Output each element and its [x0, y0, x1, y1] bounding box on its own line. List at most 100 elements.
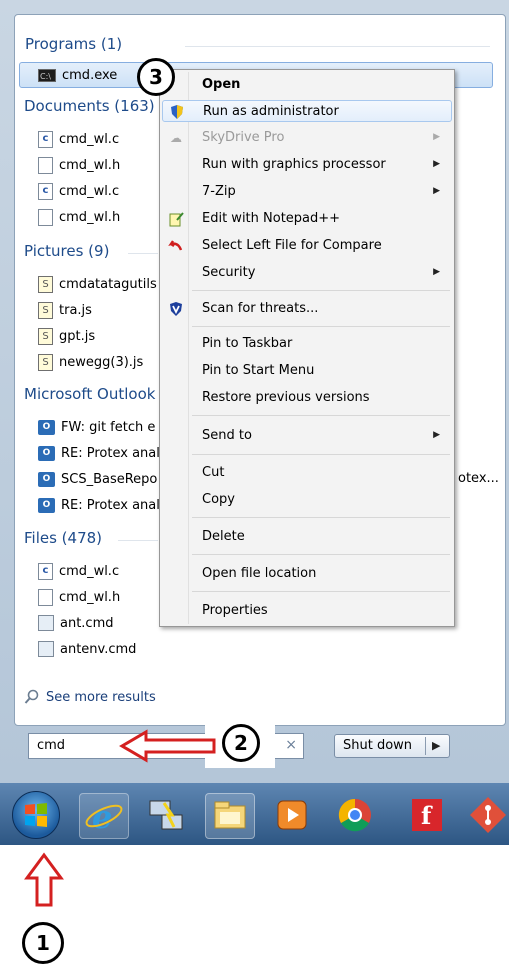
result-label: tra.js — [59, 302, 92, 318]
antivirus-icon — [168, 301, 184, 317]
menu-item-scan-for-threats[interactable]: Scan for threats... — [162, 298, 452, 320]
result-label: gpt.js — [59, 328, 96, 344]
taskbar: e f — [0, 783, 509, 845]
result-cmd-exe[interactable]: C:\ cmd.exe — [38, 63, 117, 87]
menu-item-pin-to-start-menu[interactable]: Pin to Start Menu — [162, 360, 452, 382]
result-document[interactable]: cmd_wl.h — [38, 205, 120, 229]
menu-item-label: Run with graphics processor — [202, 157, 386, 172]
menu-separator — [192, 554, 450, 555]
menu-item-security[interactable]: Security ▶ — [162, 262, 452, 284]
shutdown-options-arrow-icon[interactable]: ▶ — [432, 739, 440, 752]
result-label: antenv.cmd — [60, 641, 137, 657]
submenu-arrow-icon: ▶ — [433, 132, 440, 142]
submenu-arrow-icon: ▶ — [433, 430, 440, 440]
shutdown-label: Shut down — [343, 738, 413, 753]
git-icon[interactable] — [466, 793, 509, 837]
cloud-icon: ☁ — [170, 131, 182, 145]
cmd-script-icon — [38, 615, 54, 631]
submenu-arrow-icon: ▶ — [433, 159, 440, 169]
see-more-label: See more results — [46, 689, 156, 705]
menu-item-run-with-graphics-processor[interactable]: Run with graphics processor ▶ — [162, 154, 452, 176]
menu-item-copy[interactable]: Copy — [162, 489, 452, 511]
menu-item-label: Restore previous versions — [202, 390, 370, 405]
menu-separator — [192, 591, 450, 592]
result-document[interactable]: cmd_wl.h — [38, 153, 120, 177]
result-label: cmd_wl.c — [59, 183, 120, 199]
menu-item-restore-previous-versions[interactable]: Restore previous versions — [162, 387, 452, 409]
menu-item-delete[interactable]: Delete — [162, 526, 452, 548]
step-3-callout: 3 — [137, 58, 175, 96]
svg-text:f: f — [421, 801, 433, 830]
result-label: RE: Protex anal — [61, 497, 160, 513]
menu-item-run-as-administrator[interactable]: Run as administrator — [162, 100, 452, 122]
result-file[interactable]: ant.cmd — [38, 611, 114, 635]
result-file[interactable]: cmd_wl.h — [38, 585, 120, 609]
menu-item-send-to[interactable]: Send to ▶ — [162, 425, 452, 447]
menu-item-label: Open — [202, 77, 241, 92]
outlook-header[interactable]: Microsoft Outlook — [24, 385, 155, 403]
menu-item-open[interactable]: Open — [162, 74, 452, 96]
documents-header[interactable]: Documents (163) — [24, 97, 155, 115]
menu-item-label: Delete — [202, 529, 245, 544]
start-orb-icon[interactable] — [12, 791, 60, 839]
result-document[interactable]: c cmd_wl.c — [38, 179, 119, 203]
script-icon: S — [38, 301, 53, 319]
menu-item-cut[interactable]: Cut — [162, 462, 452, 484]
submenu-arrow-icon: ▶ — [433, 186, 440, 196]
menu-separator — [192, 326, 450, 327]
result-label: RE: Protex anal — [61, 445, 160, 461]
result-email[interactable]: O SCS_BaseRepo — [38, 467, 157, 491]
red-arrow-left-icon — [119, 729, 216, 763]
shield-icon — [169, 104, 185, 120]
result-document[interactable]: c cmd_wl.c — [38, 127, 119, 151]
notepad-icon — [168, 211, 184, 227]
svg-text:e: e — [92, 798, 112, 836]
foxit-reader-icon[interactable]: f — [404, 793, 452, 837]
pictures-header[interactable]: Pictures (9) — [24, 242, 109, 260]
menu-item-edit-with-notepad[interactable]: Edit with Notepad++ — [162, 208, 452, 230]
shutdown-button[interactable]: Shut down ▶ — [334, 734, 450, 758]
menu-separator — [192, 290, 450, 291]
menu-item-label: Security — [202, 265, 256, 280]
result-email[interactable]: O RE: Protex anal — [38, 441, 160, 465]
result-email[interactable]: O RE: Protex anal — [38, 493, 160, 517]
red-arrow-up-icon — [24, 852, 64, 907]
c-file-icon: c — [38, 182, 53, 200]
files-header[interactable]: Files (478) — [24, 529, 102, 547]
search-icon — [24, 689, 39, 704]
menu-item-select-left-file-for-compare[interactable]: Select Left File for Compare — [162, 235, 452, 257]
result-picture[interactable]: S gpt.js — [38, 324, 95, 348]
compare-icon — [168, 238, 184, 254]
menu-item-label: Cut — [202, 465, 225, 480]
menu-item-label: Send to — [202, 428, 252, 443]
clear-search-icon[interactable]: × — [285, 737, 297, 753]
result-label: FW: git fetch e — [61, 419, 156, 435]
header-divider — [118, 540, 158, 541]
menu-item-label: 7-Zip — [202, 184, 236, 199]
outlook-icon: O — [38, 471, 55, 487]
media-player-icon[interactable] — [268, 793, 316, 837]
result-file[interactable]: antenv.cmd — [38, 637, 136, 661]
menu-item-label: Pin to Start Menu — [202, 363, 315, 378]
chrome-icon[interactable] — [331, 793, 379, 837]
result-file[interactable]: c cmd_wl.c — [38, 559, 119, 583]
script-icon: S — [38, 327, 53, 345]
script-icon: S — [38, 275, 53, 293]
internet-explorer-icon[interactable]: e — [79, 793, 129, 839]
file-explorer-icon[interactable] — [205, 793, 255, 839]
result-picture[interactable]: S tra.js — [38, 298, 92, 322]
result-email[interactable]: O FW: git fetch e — [38, 415, 155, 439]
menu-item-7-zip[interactable]: 7-Zip ▶ — [162, 181, 452, 203]
programs-header[interactable]: Programs (1) — [25, 35, 122, 53]
step-2-callout: 2 — [222, 724, 260, 762]
menu-item-open-file-location[interactable]: Open file location — [162, 563, 452, 585]
header-divider — [185, 46, 490, 47]
menu-item-label: Scan for threats... — [202, 301, 319, 316]
menu-item-properties[interactable]: Properties — [162, 600, 452, 622]
result-picture[interactable]: S newegg(3).js — [38, 350, 143, 374]
see-more-results-link[interactable]: See more results — [24, 689, 156, 705]
result-picture[interactable]: S cmdatatagutils — [38, 272, 157, 296]
menu-item-pin-to-taskbar[interactable]: Pin to Taskbar — [162, 333, 452, 355]
menu-item-label: Pin to Taskbar — [202, 336, 293, 351]
network-icon[interactable] — [142, 793, 190, 837]
